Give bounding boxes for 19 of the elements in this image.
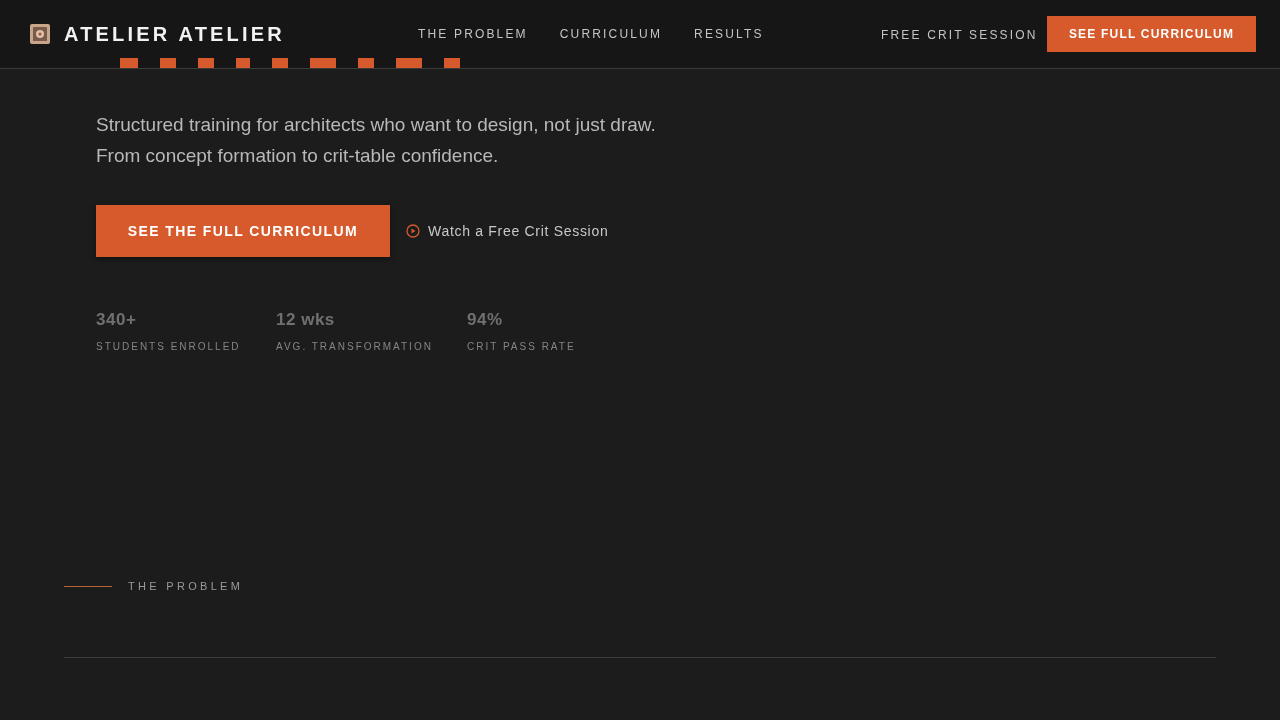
free-crit-session-link[interactable]: FREE CRIT SESSION — [881, 26, 1038, 44]
stat-value: 94% — [467, 309, 503, 331]
stat-label: AVG. TRANSFORMATION — [276, 339, 433, 354]
hero-subtitle: From concept formation to crit-table confidence. — [96, 144, 500, 167]
see-the-full-curriculum-button[interactable]: SEE THE FULL CURRICULUM — [96, 205, 390, 257]
see-full-curriculum-button[interactable]: SEE FULL CURRICULUM — [1047, 16, 1256, 52]
play-icon — [406, 224, 420, 238]
brand-name[interactable]: ATELIER ATELIER — [64, 19, 285, 49]
stat-label: CRIT PASS RATE — [467, 339, 576, 354]
nav-link[interactable]: CURRICULUM — [559, 25, 663, 43]
stat-label: STUDENTS ENROLLED — [96, 339, 241, 354]
section-eyebrow: THE PROBLEM — [128, 578, 244, 594]
watch-free-crit-link[interactable]: Watch a Free Crit Session — [406, 220, 609, 242]
stat-value: 340+ — [96, 309, 137, 331]
nav-link[interactable]: RESULTS — [694, 25, 764, 43]
hero-subtitle: Structured training for architects who want to design, not just draw. — [96, 113, 656, 136]
stat-value: 12 wks — [276, 309, 335, 331]
nav-link[interactable]: THE PROBLEM — [418, 25, 528, 43]
logo-icon[interactable] — [30, 24, 50, 44]
